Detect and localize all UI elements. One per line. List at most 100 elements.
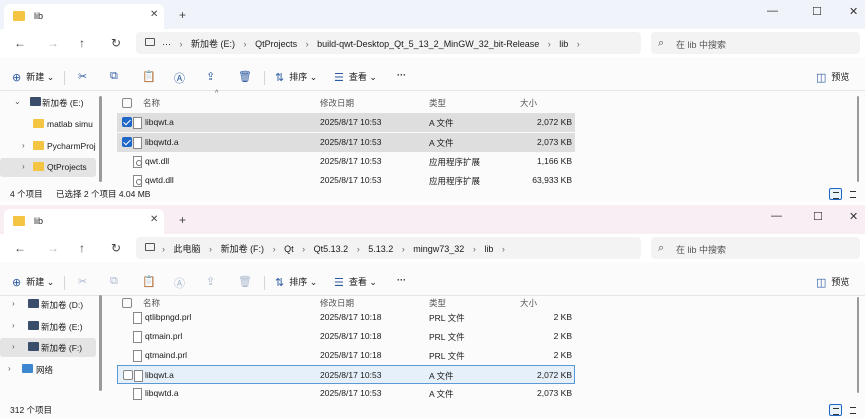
nav-item-qtprojects[interactable]: › QtProjects	[0, 158, 96, 177]
more-button[interactable]: ···	[397, 70, 406, 80]
delete-button[interactable]: 🗑	[238, 70, 257, 83]
new-tab-button[interactable]: +	[179, 213, 186, 227]
copy-button[interactable]: ⧉	[110, 70, 123, 83]
file-row[interactable]: qtlibpngd.prl 2025/8/17 10:18 PRL 文件 2 K…	[117, 308, 575, 327]
rename-button[interactable]: Ⓐ	[174, 275, 190, 291]
paste-button[interactable]: 📋	[142, 70, 161, 83]
cut-button[interactable]: ✂	[78, 275, 92, 288]
breadcrumb-item[interactable]: 新加卷 (E:)	[191, 39, 235, 49]
address-bar[interactable]: ··· › 新加卷 (E:) › QtProjects › build-qwt-…	[136, 32, 641, 54]
close-tab-icon[interactable]: ✕	[150, 214, 158, 225]
chevron-right-icon[interactable]: ›	[12, 321, 15, 330]
row-checkbox[interactable]	[122, 137, 132, 147]
minimize-button[interactable]: —	[767, 5, 778, 17]
column-type[interactable]: 类型	[429, 97, 446, 109]
chevron-right-icon: ›	[472, 244, 476, 254]
file-row[interactable]: libqwtd.a 2025/8/17 10:53 A 文件 2,073 KB	[117, 133, 575, 152]
column-size[interactable]: 大小	[520, 97, 537, 109]
nav-item-pycharm[interactable]: › PycharmProj	[0, 137, 96, 156]
nav-item-drive-e[interactable]: › 新加卷 (E:)	[0, 317, 96, 336]
paste-button[interactable]: 📋	[142, 275, 161, 288]
column-name[interactable]: 名称	[143, 97, 160, 109]
sort-button[interactable]: ⇅ 排序 ⌄	[275, 275, 317, 289]
scissors-icon: ✂	[78, 276, 88, 288]
tiles-view-button[interactable]	[847, 404, 860, 416]
breadcrumb-item[interactable]: 5.13.2	[368, 244, 393, 254]
close-window-button[interactable]: ✕	[849, 5, 858, 18]
more-button[interactable]: ···	[397, 275, 406, 285]
breadcrumb-item[interactable]: 新加卷 (F:)	[221, 244, 265, 254]
chevron-right-icon[interactable]: ›	[12, 299, 15, 308]
address-bar[interactable]: › 此电脑 › 新加卷 (F:) › Qt › Qt5.13.2 › 5.13.…	[136, 237, 641, 259]
chevron-right-icon[interactable]: ›	[8, 364, 11, 373]
search-box[interactable]: ⌕ 在 lib 中搜索	[651, 237, 860, 259]
select-all-checkbox[interactable]	[122, 98, 132, 108]
close-tab-icon[interactable]: ✕	[150, 9, 158, 20]
minimize-button[interactable]: —	[771, 210, 782, 222]
details-view-button[interactable]	[829, 188, 842, 200]
close-window-button[interactable]: ✕	[849, 210, 858, 223]
tiles-view-button[interactable]	[847, 188, 860, 200]
nav-item-network[interactable]: › 网络	[0, 360, 96, 379]
breadcrumb-item[interactable]: lib	[484, 244, 493, 254]
breadcrumb-item[interactable]: Qt5.13.2	[314, 244, 349, 254]
file-row[interactable]: libqwtd.a 2025/8/17 10:53 A 文件 2,073 KB	[117, 384, 575, 403]
file-row[interactable]: libqwt.a 2025/8/17 10:53 A 文件 2,072 KB	[117, 113, 575, 132]
file-row[interactable]: libqwt.a 2025/8/17 10:53 A 文件 2,072 KB	[117, 365, 575, 384]
breadcrumb-more[interactable]: ···	[162, 39, 171, 49]
rename-button[interactable]: Ⓐ	[174, 70, 190, 86]
forward-button[interactable]: →	[47, 36, 59, 50]
chevron-down-icon[interactable]: ⌄	[14, 97, 21, 106]
share-button[interactable]: ⇪	[206, 275, 220, 288]
column-date[interactable]: 修改日期	[320, 97, 354, 109]
refresh-button[interactable]: ↻	[111, 241, 121, 255]
chevron-right-icon[interactable]: ›	[12, 342, 15, 351]
new-button[interactable]: ⊕ 新建 ⌄	[12, 70, 54, 84]
forward-button[interactable]: →	[47, 241, 59, 255]
details-view-button[interactable]	[829, 404, 842, 416]
up-button[interactable]: ↑	[79, 36, 85, 50]
maximize-button[interactable]: ☐	[813, 210, 823, 223]
file-row[interactable]: qwt.dll 2025/8/17 10:53 应用程序扩展 1,166 KB	[117, 152, 575, 171]
preview-button[interactable]: ◫ 预览	[816, 275, 849, 289]
refresh-button[interactable]: ↻	[111, 36, 121, 50]
maximize-button[interactable]: ☐	[812, 5, 822, 18]
view-button[interactable]: ☰ 查看 ⌄	[334, 275, 377, 289]
chevron-right-icon[interactable]: ›	[22, 162, 25, 171]
nav-scrollbar[interactable]	[99, 295, 102, 391]
nav-item-drive-e[interactable]: ⌄ 新加卷 (E:)	[0, 93, 96, 112]
cut-button[interactable]: ✂	[78, 70, 92, 83]
nav-item-matlab[interactable]: matlab simu	[0, 115, 96, 134]
breadcrumb-item[interactable]: Qt	[284, 244, 294, 254]
breadcrumb-item[interactable]: lib	[559, 39, 568, 49]
preview-button[interactable]: ◫ 预览	[816, 70, 849, 84]
breadcrumb-item[interactable]: build-qwt-Desktop_Qt_5_13_2_MinGW_32_bit…	[317, 39, 539, 49]
nav-item-drive-f[interactable]: › 新加卷 (F:)	[0, 338, 96, 357]
breadcrumb-item[interactable]: QtProjects	[255, 39, 297, 49]
view-button[interactable]: ☰ 查看 ⌄	[334, 70, 377, 84]
new-button[interactable]: ⊕ 新建 ⌄	[12, 275, 54, 289]
tab-lib[interactable]: lib ✕	[4, 4, 164, 29]
row-checkbox[interactable]	[122, 117, 132, 127]
breadcrumb-item[interactable]: mingw73_32	[413, 244, 464, 254]
tab-lib[interactable]: lib ✕	[4, 209, 164, 234]
nav-scrollbar[interactable]	[99, 96, 102, 182]
search-box[interactable]: ⌕ 在 lib 中搜索	[651, 32, 860, 54]
file-row[interactable]: qtmain.prl 2025/8/17 10:18 PRL 文件 2 KB	[117, 327, 575, 346]
new-tab-button[interactable]: +	[179, 8, 186, 22]
list-scrollbar[interactable]	[857, 297, 859, 393]
list-scrollbar[interactable]	[857, 96, 859, 182]
chevron-right-icon[interactable]: ›	[22, 141, 25, 150]
select-all-checkbox[interactable]	[122, 298, 132, 308]
share-button[interactable]: ⇪	[206, 70, 220, 83]
file-row[interactable]: qtmaind.prl 2025/8/17 10:18 PRL 文件 2 KB	[117, 346, 575, 365]
back-button[interactable]: ←	[14, 241, 26, 255]
back-button[interactable]: ←	[14, 36, 26, 50]
sort-button[interactable]: ⇅ 排序 ⌄	[275, 70, 317, 84]
copy-button[interactable]: ⧉	[110, 275, 123, 288]
row-checkbox[interactable]	[123, 370, 133, 380]
breadcrumb-item[interactable]: 此电脑	[174, 244, 201, 254]
up-button[interactable]: ↑	[79, 241, 85, 255]
nav-item-drive-d[interactable]: › 新加卷 (D:)	[0, 295, 96, 314]
delete-button[interactable]: 🗑	[238, 275, 257, 288]
